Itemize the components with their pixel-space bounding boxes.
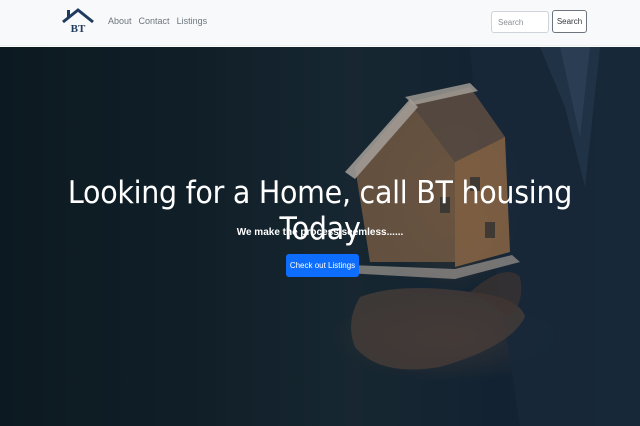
bt-logo[interactable]: BT bbox=[61, 7, 95, 34]
navbar: BT About Contact Listings Search bbox=[0, 0, 640, 46]
check-out-listings-button[interactable]: Check out Listings bbox=[286, 254, 359, 277]
nav-link-listings[interactable]: Listings bbox=[177, 16, 208, 26]
search-input[interactable] bbox=[491, 11, 549, 33]
hero-banner: Looking for a Home, call BT housing Toda… bbox=[0, 47, 640, 426]
nav-link-contact[interactable]: Contact bbox=[139, 16, 170, 26]
nav-link-about[interactable]: About bbox=[108, 16, 132, 26]
hero-subtitle: We make the process seemless...... bbox=[236, 227, 404, 238]
nav-links: About Contact Listings bbox=[108, 16, 207, 26]
search-button[interactable]: Search bbox=[552, 10, 587, 33]
logo-text: BT bbox=[71, 23, 86, 34]
